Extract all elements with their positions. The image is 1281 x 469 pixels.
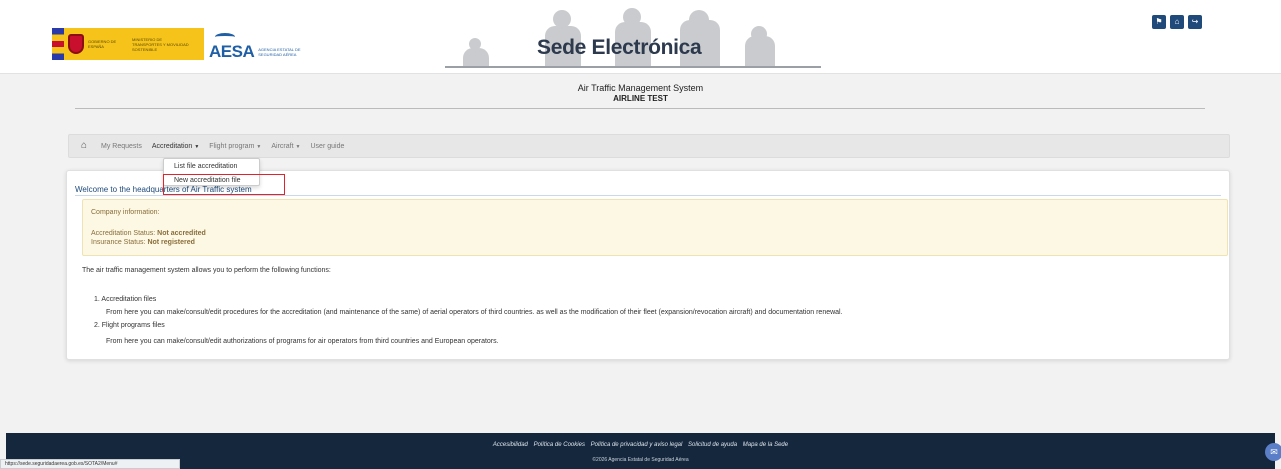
welcome-panel: Welcome to the headquarters of Air Traff… (66, 170, 1230, 360)
insurance-status-label: Insurance Status: (91, 239, 146, 246)
page-subtitle: AIRLINE TEST (613, 94, 668, 103)
insurance-status-value: Not registered (147, 239, 195, 246)
nav-label: Flight program (209, 142, 255, 150)
nav-label: Accreditation (151, 142, 193, 150)
company-info-box: Company information: Accreditation Statu… (82, 199, 1228, 256)
footer-link-mapa[interactable]: Mapa de la Sede (743, 442, 788, 448)
nav-aircraft[interactable]: Aircraft ▼ (271, 143, 300, 150)
nav-my-requests[interactable]: My Requests (101, 143, 142, 150)
menu-item-list-file-accreditation[interactable]: List file accreditation (174, 163, 237, 170)
footer-link-cookies[interactable]: Política de Cookies (534, 442, 585, 448)
insurance-status: Insurance Status: Not registered (91, 239, 195, 246)
footer-link-accesibilidad[interactable]: Accesibilidad (493, 442, 528, 448)
header-icons: ⚑ ⌂ ↪ (1152, 15, 1202, 29)
accreditation-status-label: Accreditation Status: (91, 230, 156, 237)
main-nav: ⌂ My Requests Accreditation ▼ Flight prog… (68, 134, 1230, 158)
nav-flight-program[interactable]: Flight program ▼ (209, 143, 261, 150)
nav-label: My Requests (101, 142, 142, 150)
page-title-block: Air Traffic Management System AIRLINE TE… (0, 83, 1281, 103)
people-silhouette-icon (689, 10, 709, 30)
footer-copyright: ©2026 Agencia Estatal de Seguridad Aérea (592, 457, 689, 463)
welcome-divider (75, 195, 1221, 196)
ministry-text: MINISTERIO DE TRANSPORTES Y MOVILIDAD SO… (132, 36, 189, 52)
caret-down-icon: ▼ (295, 143, 301, 150)
home-icon[interactable]: ⌂ (81, 141, 91, 151)
nav-label: Aircraft (271, 142, 294, 150)
status-bar-url: https://sede.seguridadaerea.gob.es/SOTA2… (0, 459, 180, 469)
footer-link-privacidad[interactable]: Política de privacidad y aviso legal (591, 442, 683, 448)
function-title: 1. Accreditation files (94, 296, 157, 303)
title-divider (75, 108, 1205, 109)
accreditation-status: Accreditation Status: Not accredited (91, 230, 206, 237)
people-silhouette-icon (553, 10, 571, 28)
people-silhouette-icon (469, 38, 481, 50)
people-silhouette-icon (751, 26, 767, 42)
footer-links: Accesibilidad Política de Cookies Políti… (6, 442, 1275, 448)
caret-down-icon: ▼ (256, 143, 262, 150)
aesa-logo[interactable]: AESA AGENCIA ESTATAL DE SEGURIDAD AÉREA (209, 28, 308, 60)
function-description: From here you can make/consult/edit proc… (106, 309, 843, 316)
function-description: From here you can make/consult/edit auth… (106, 338, 499, 345)
function-title: 2. Flight programs files (94, 322, 165, 329)
intro-text: The air traffic management system allows… (82, 267, 331, 274)
company-info-title: Company information: (91, 209, 160, 216)
page-title: Air Traffic Management System (577, 83, 704, 93)
aesa-subtitle: AGENCIA ESTATAL DE SEGURIDAD AÉREA (258, 47, 301, 57)
gobierno-text: GOBIERNO DE ESPAÑA (88, 39, 117, 49)
logout-icon[interactable]: ↪ (1188, 15, 1202, 29)
people-silhouette-icon (623, 8, 641, 26)
sede-banner: Sede Electrónica (445, 8, 821, 68)
highlight-box (163, 174, 285, 195)
accreditation-status-value: Not accredited (157, 230, 206, 237)
nav-user-guide[interactable]: User guide (311, 143, 345, 150)
site-header: GOBIERNO DE ESPAÑA MINISTERIO DE TRANSPO… (0, 0, 1281, 74)
sede-title: Sede Electrónica (537, 36, 702, 59)
nav-label: User guide (310, 142, 345, 150)
chat-icon[interactable]: ✉ (1265, 443, 1281, 461)
site-footer: Accesibilidad Política de Cookies Políti… (6, 433, 1275, 469)
aesa-text: AESA (209, 42, 255, 61)
aesa-swoosh-icon (215, 33, 235, 41)
footer-link-ayuda[interactable]: Solicitud de ayuda (688, 442, 737, 448)
flag-icon[interactable]: ⚑ (1152, 15, 1166, 29)
nav-accreditation[interactable]: Accreditation ▼ (152, 143, 199, 150)
coat-of-arms-icon (68, 34, 84, 54)
gobierno-logo[interactable]: GOBIERNO DE ESPAÑA MINISTERIO DE TRANSPO… (52, 28, 204, 60)
eu-flag-icon (52, 28, 64, 60)
caret-down-icon: ▼ (194, 143, 200, 150)
people-silhouette-icon (463, 48, 489, 66)
aesa-mark: AESA (209, 33, 255, 61)
home-icon[interactable]: ⌂ (1170, 15, 1184, 29)
